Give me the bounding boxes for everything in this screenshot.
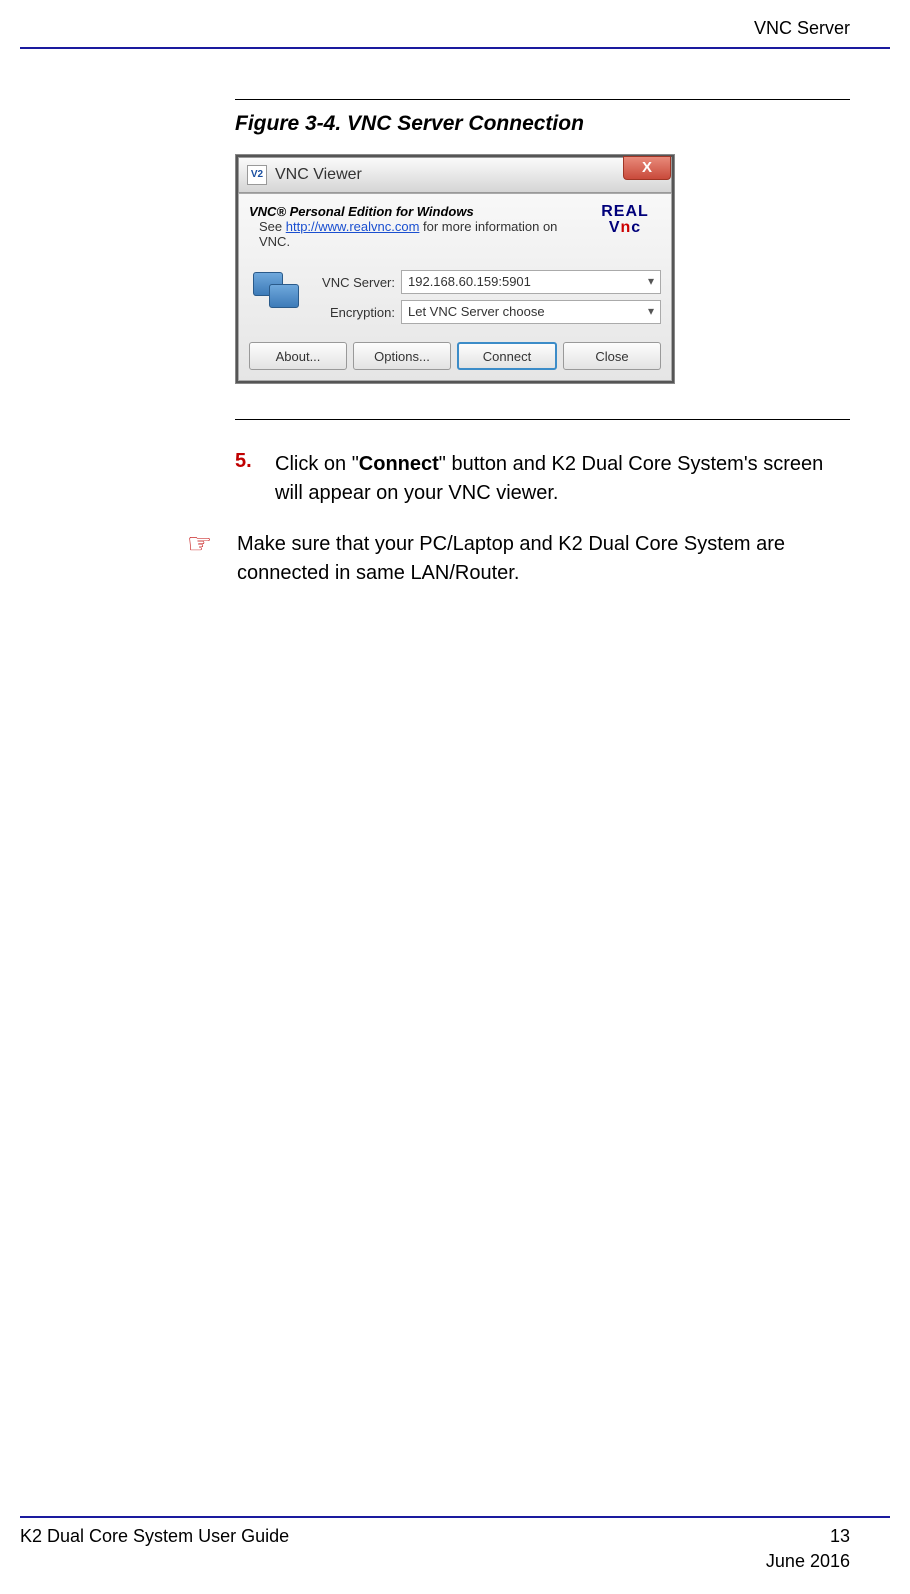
close-icon: X [642,159,652,176]
footer-date: June 2016 [20,1551,890,1572]
vnc-viewer-window: V2 VNC Viewer X VNC® Personal Edition fo… [235,154,675,384]
figure-bottom-rule [235,419,850,420]
logo-n: n [620,220,631,236]
connect-button[interactable]: Connect [457,342,557,370]
info-text-block: VNC® Personal Edition for Windows See ht… [249,204,589,249]
form-fields: VNC Server: 192.168.60.159:5901 Encrypti… [313,270,661,330]
logo-real: REAL [601,204,649,220]
logo-v: V [609,220,621,236]
page-footer: K2 Dual Core System User Guide 13 June 2… [20,1516,890,1572]
figure-caption: Figure 3-4. VNC Server Connection [235,112,850,136]
info-body: See http://www.realvnc.com for more info… [249,219,589,249]
dialog-body: VNC® Personal Edition for Windows See ht… [238,193,672,381]
server-combo[interactable]: 192.168.60.159:5901 [401,270,661,294]
page-header: VNC Server [0,0,910,47]
form-row: VNC Server: 192.168.60.159:5901 Encrypti… [249,270,661,330]
note-row: ☞ Make sure that your PC/Laptop and K2 D… [187,530,850,588]
close-dialog-button[interactable]: Close [563,342,661,370]
monitor-front-icon [269,284,299,308]
encryption-label: Encryption: [313,305,401,320]
step-pre: Click on " [275,453,359,475]
close-button[interactable]: X [623,156,671,180]
realvnc-logo: REAL Vnc [589,204,661,258]
note-text: Make sure that your PC/Laptop and K2 Dua… [237,530,850,588]
step-number: 5. [235,450,275,508]
edition-title: VNC® Personal Edition for Windows [249,204,589,219]
logo-c: c [631,220,641,236]
monitors-icon [249,270,305,320]
step-5: 5. Click on "Connect" button and K2 Dual… [235,450,850,508]
window-title: VNC Viewer [275,166,362,184]
realvnc-link[interactable]: http://www.realvnc.com [286,219,420,234]
window-titlebar: V2 VNC Viewer X [238,157,672,193]
server-label: VNC Server: [313,275,401,290]
logo-vnc-row: Vnc [609,220,641,236]
encryption-value: Let VNC Server choose [408,304,545,319]
encryption-combo[interactable]: Let VNC Server choose [401,300,661,324]
footer-rule [20,1516,890,1518]
encryption-field-row: Encryption: Let VNC Server choose [313,300,661,324]
footer-guide: K2 Dual Core System User Guide [20,1526,289,1547]
figure-top-rule [235,99,850,100]
pointing-hand-icon: ☞ [187,530,231,558]
footer-row: K2 Dual Core System User Guide 13 [20,1526,890,1547]
connect-label: Connect [483,349,531,364]
vnc-app-icon: V2 [247,165,267,185]
close-label: Close [595,349,628,364]
button-row: About... Options... Connect Close [249,342,661,370]
footer-page: 13 [830,1526,850,1547]
options-label: Options... [374,349,430,364]
server-value: 192.168.60.159:5901 [408,274,531,289]
step-text: Click on "Connect" button and K2 Dual Co… [275,450,850,508]
content-area: Figure 3-4. VNC Server Connection V2 VNC… [0,49,910,588]
step-bold: Connect [359,453,439,475]
section-title: VNC Server [754,18,850,38]
options-button[interactable]: Options... [353,342,451,370]
about-label: About... [276,349,321,364]
server-field-row: VNC Server: 192.168.60.159:5901 [313,270,661,294]
about-button[interactable]: About... [249,342,347,370]
info-prefix: See [259,219,286,234]
info-row: VNC® Personal Edition for Windows See ht… [249,204,661,258]
